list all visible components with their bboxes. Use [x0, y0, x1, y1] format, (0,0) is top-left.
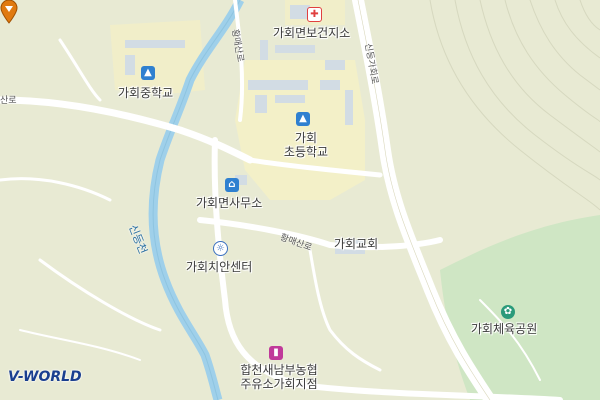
- vworld-logo: V-WORLD: [8, 369, 82, 385]
- health-center-label[interactable]: 가회면보건지소: [273, 26, 350, 40]
- gas-station-label-line2: 주유소가회지점: [240, 377, 318, 391]
- elementary-school-label[interactable]: 가회 초등학교: [276, 131, 336, 159]
- school-icon[interactable]: ▲: [296, 112, 310, 126]
- police-center-label[interactable]: 가회치안센터: [186, 260, 252, 274]
- location-pin-icon[interactable]: [0, 0, 18, 24]
- fuel-icon[interactable]: ▮: [269, 346, 283, 360]
- map-base-layer: [0, 0, 600, 400]
- government-office-icon[interactable]: ⌂: [225, 178, 239, 192]
- township-office-label[interactable]: 가회면사무소: [196, 196, 262, 210]
- gas-station-label[interactable]: 합천새남부농협 주유소가회지점: [229, 363, 329, 391]
- road-label-west-edge: 산로: [0, 96, 17, 106]
- elementary-school-label-line1: 가회: [294, 131, 318, 145]
- hospital-icon[interactable]: ✚: [307, 7, 322, 22]
- map-view[interactable]: ✚ ▲ ▲ ⌂ ☼ ✿ ▮ 가회면보건지소 가회중학교 가회 초등학교 가회면사…: [0, 0, 600, 400]
- school-icon[interactable]: ▲: [141, 66, 155, 80]
- church-label[interactable]: 가회교회: [334, 237, 378, 251]
- middle-school-label[interactable]: 가회중학교: [118, 86, 173, 100]
- gas-station-label-line1: 합천새남부농협: [240, 363, 318, 377]
- sports-park-label[interactable]: 가회체육공원: [471, 322, 537, 336]
- park-icon[interactable]: ✿: [501, 305, 515, 319]
- police-icon[interactable]: ☼: [213, 241, 228, 256]
- elementary-school-label-line2: 초등학교: [283, 145, 329, 159]
